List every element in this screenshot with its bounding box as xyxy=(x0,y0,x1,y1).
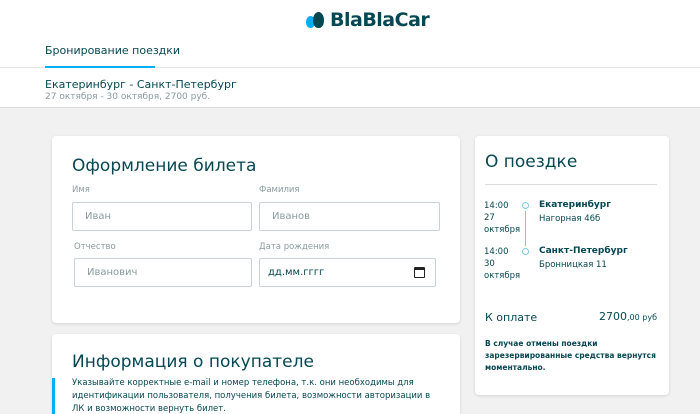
arrival-month: октября xyxy=(484,271,521,281)
birth-date-input[interactable]: дд.мм.гггг xyxy=(259,258,436,287)
departure-month: октября xyxy=(484,225,521,235)
route-line xyxy=(525,211,526,246)
patronymic-label: Отчество xyxy=(74,242,116,252)
payment-label: К оплате xyxy=(485,311,538,324)
departure-address: Нагорная 46б xyxy=(539,214,601,224)
tab-active-indicator xyxy=(45,66,155,68)
departure-time: 14:00 xyxy=(484,201,509,211)
route-meta: 27 октября - 30 октября, 2700 руб. xyxy=(45,92,211,102)
departure-city: Екатеринбург xyxy=(539,200,611,210)
arrival-time-block: 14:00 30 октября xyxy=(484,246,524,282)
patronymic-input[interactable]: Иванович xyxy=(74,258,252,287)
trip-divider xyxy=(485,184,657,185)
birth-date-label: Дата рождения xyxy=(259,242,330,252)
arrival-dot-icon xyxy=(522,248,529,255)
top-header: BlaBlaCar Бронирование поездки Екатеринб… xyxy=(0,0,700,108)
blablacar-logo[interactable]: BlaBlaCar xyxy=(305,8,430,32)
last-name-label: Фамилия xyxy=(259,185,300,195)
ticket-form-card: Оформление билета Имя Иван Фамилия Ивано… xyxy=(52,136,460,323)
departure-time-block: 14:00 27 октября xyxy=(484,200,524,236)
arrival-address: Бронницкая 11 xyxy=(539,260,607,270)
payment-amount-value: 2700 xyxy=(598,310,627,323)
departure-day: 27 xyxy=(484,213,495,223)
first-name-input[interactable]: Иван xyxy=(72,202,252,231)
buyer-note: Указывайте корректные e-mail и номер тел… xyxy=(72,378,431,414)
logo-text: BlaBlaCar xyxy=(330,9,430,31)
route-title: Екатеринбург - Санкт-Петербург xyxy=(45,78,237,91)
calendar-icon[interactable] xyxy=(414,267,425,278)
trip-title: О поездке xyxy=(485,152,578,172)
arrival-day: 30 xyxy=(484,259,495,269)
payment-amount-cents: ,00 руб xyxy=(626,313,657,322)
first-name-label: Имя xyxy=(72,185,90,195)
ticket-form-title: Оформление билета xyxy=(72,156,257,176)
refund-note: В случае отмены поездки зарезервированны… xyxy=(485,339,656,372)
buyer-info-card: Информация о покупателе Указывайте корре… xyxy=(52,334,460,414)
tab-booking[interactable]: Бронирование поездки xyxy=(45,44,180,57)
logo-icon xyxy=(305,10,327,30)
trip-summary-card: О поездке 14:00 27 октября Екатеринбург … xyxy=(475,136,669,395)
buyer-info-title: Информация о покупателе xyxy=(72,352,314,372)
buyer-note-accent xyxy=(52,378,55,414)
last-name-input[interactable]: Иванов xyxy=(259,202,440,231)
arrival-time: 14:00 xyxy=(484,247,509,257)
arrival-city: Санкт-Петербург xyxy=(539,246,628,256)
birth-date-placeholder: дд.мм.гггг xyxy=(268,267,325,278)
payment-amount: 2700,00 руб xyxy=(599,310,657,323)
departure-dot-icon xyxy=(522,202,529,209)
